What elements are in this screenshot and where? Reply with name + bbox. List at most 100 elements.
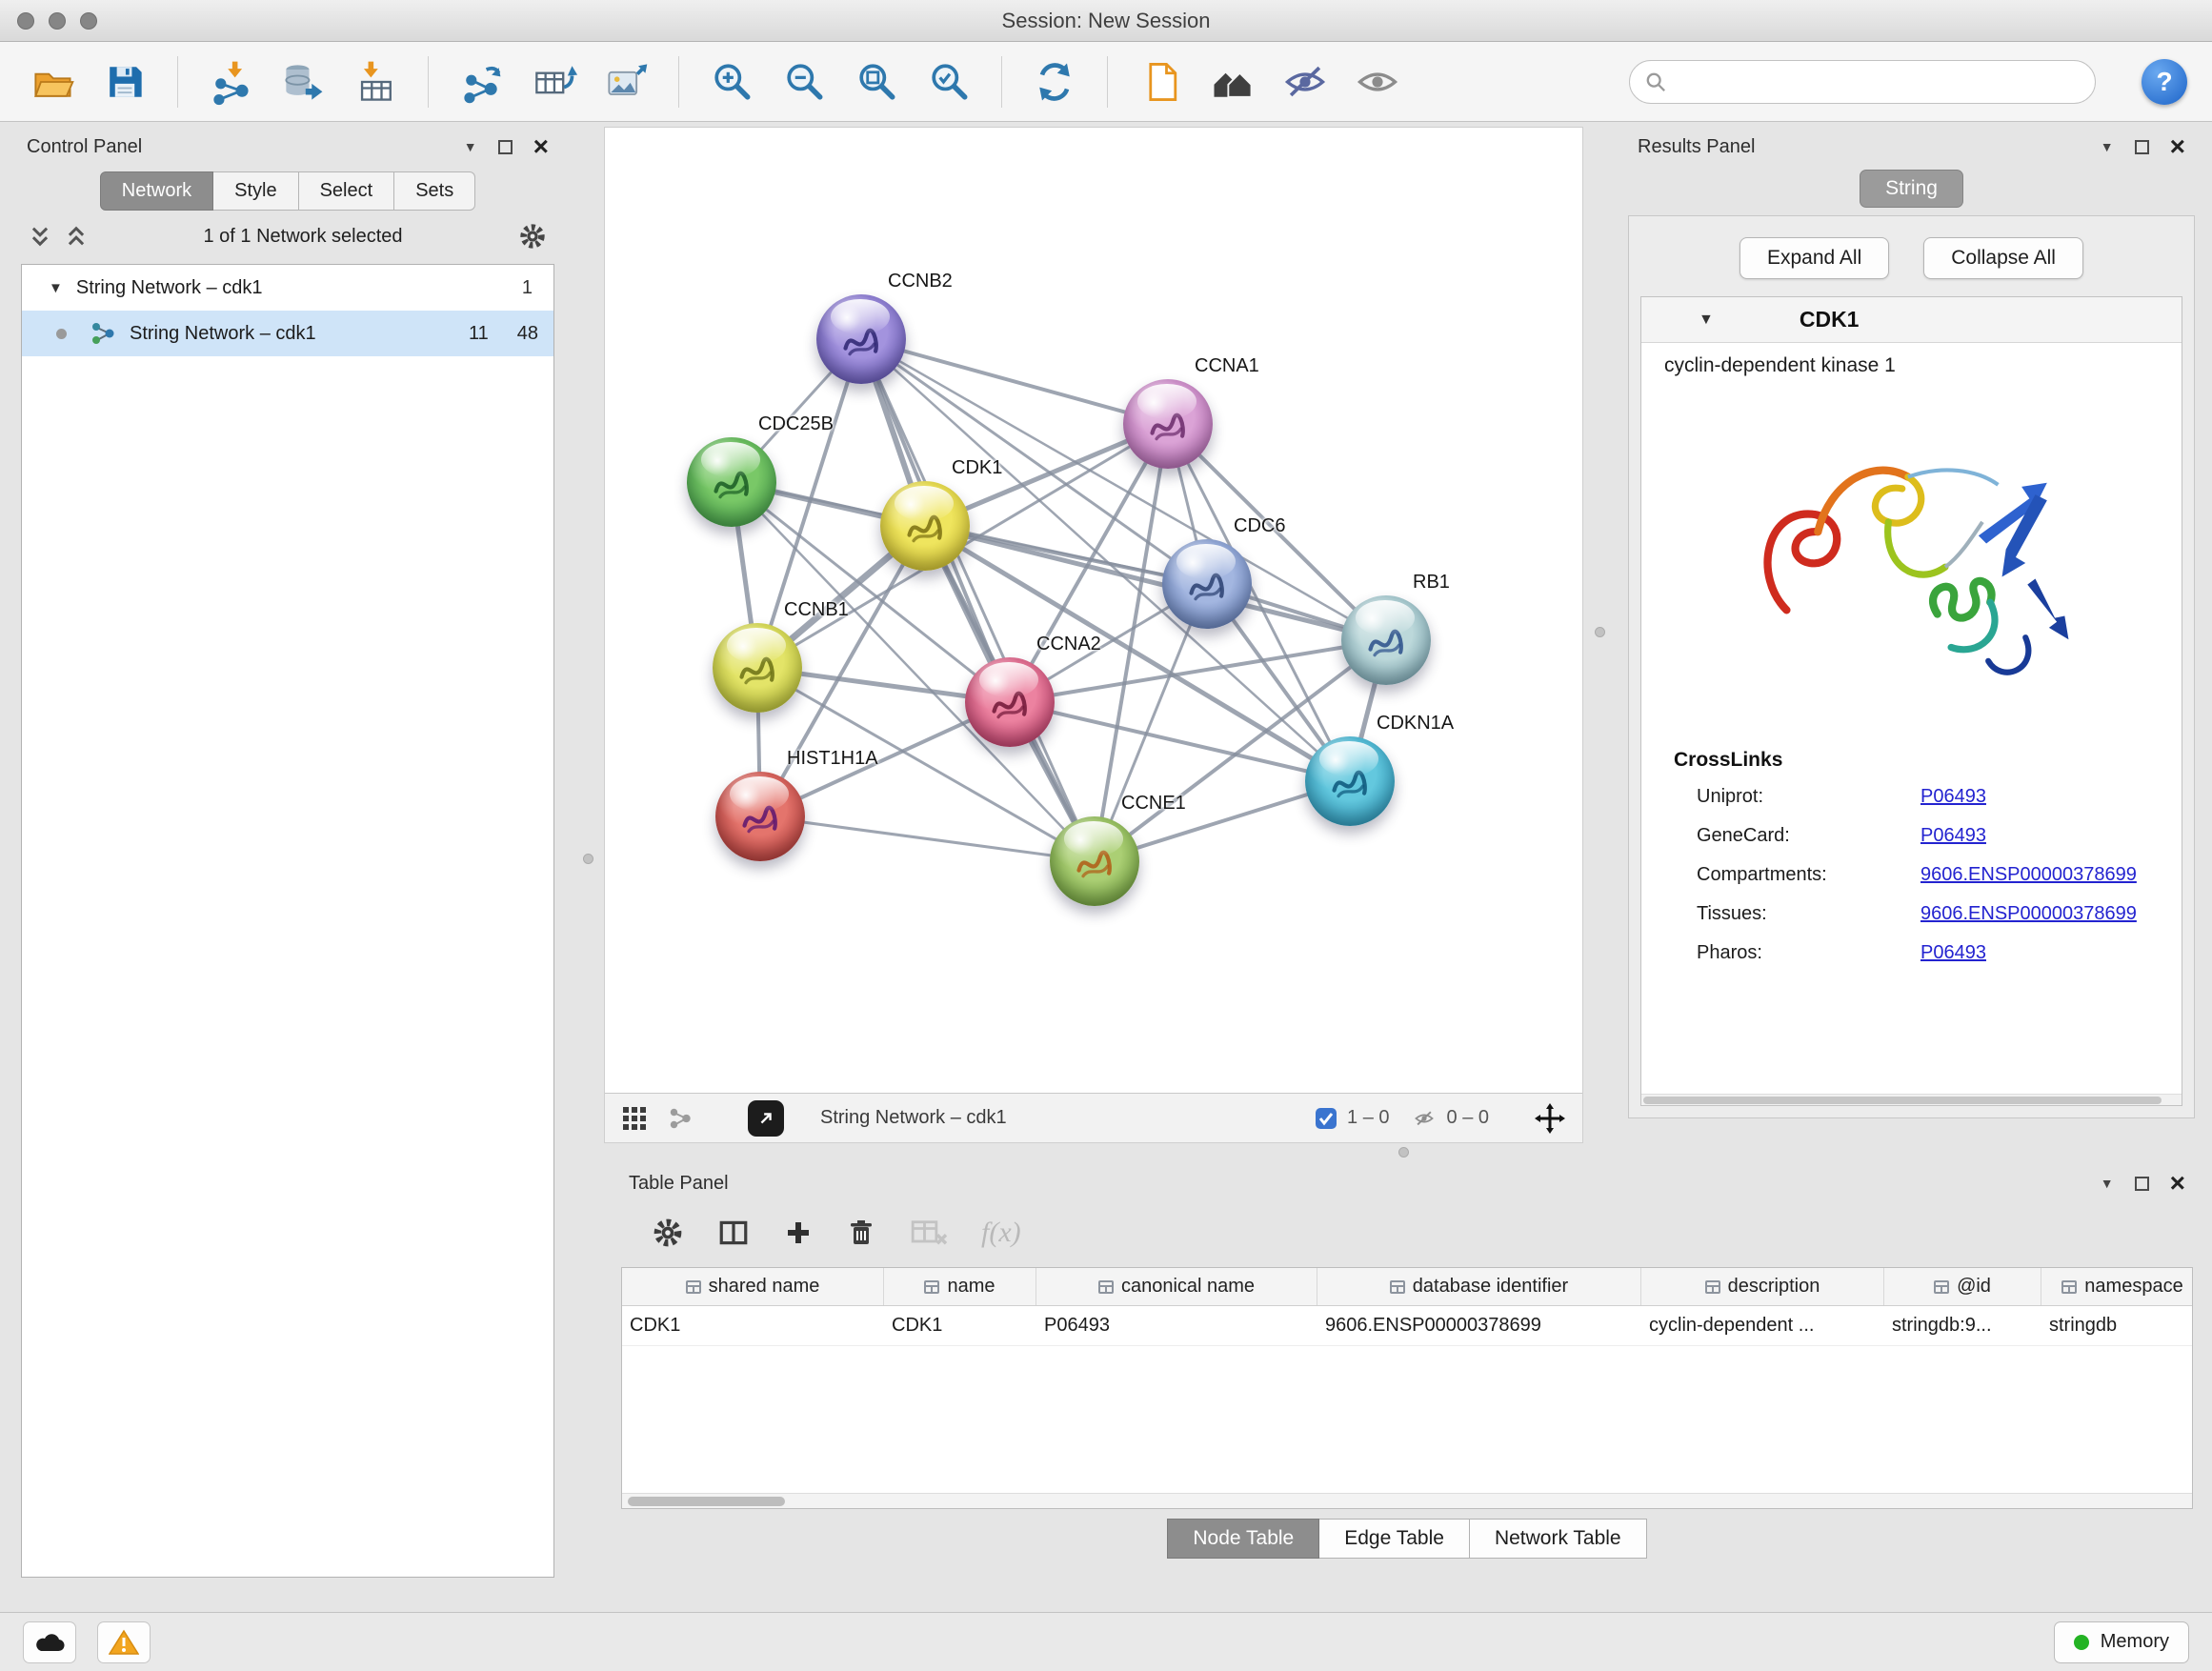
- cell-description[interactable]: cyclin-dependent ...: [1641, 1306, 1884, 1345]
- delete-column-trash-icon[interactable]: [846, 1217, 876, 1249]
- string-tab[interactable]: String: [1860, 170, 1963, 208]
- panel-close-icon[interactable]: ×: [2170, 1170, 2185, 1197]
- panel-float-icon[interactable]: [498, 140, 513, 154]
- panel-float-icon[interactable]: [2135, 140, 2149, 154]
- collapse-all-button[interactable]: Collapse All: [1923, 237, 2083, 279]
- network-edge[interactable]: [925, 526, 1386, 640]
- network-canvas[interactable]: CCNB2CCNA1CDC25BCDK1CDC6RB1CCNB1CCNA2CDK…: [605, 128, 1582, 1093]
- warnings-button[interactable]: [97, 1621, 151, 1663]
- scrollbar-thumb[interactable]: [628, 1497, 785, 1506]
- network-node-ccna2[interactable]: [965, 657, 1055, 747]
- network-node-cdc25b[interactable]: [687, 437, 776, 527]
- column-header-id[interactable]: @id: [1884, 1268, 2041, 1305]
- network-edge[interactable]: [861, 339, 1095, 861]
- import-network-button[interactable]: [203, 54, 258, 110]
- help-button[interactable]: ?: [2142, 59, 2187, 105]
- cell-database-identifier[interactable]: 9606.ENSP00000378699: [1317, 1306, 1641, 1345]
- network-node-ccnb1[interactable]: [713, 623, 802, 713]
- cell-shared-name[interactable]: CDK1: [622, 1306, 884, 1345]
- tab-node-table[interactable]: Node Table: [1167, 1519, 1319, 1559]
- share-view-icon[interactable]: [668, 1106, 693, 1131]
- checkbox-icon[interactable]: [1315, 1107, 1337, 1130]
- table-row[interactable]: CDK1 CDK1 P06493 9606.ENSP00000378699 cy…: [622, 1306, 2192, 1346]
- tab-edge-table[interactable]: Edge Table: [1319, 1519, 1470, 1559]
- crosslink-genecard-link[interactable]: P06493: [1920, 825, 1986, 847]
- search-input[interactable]: [1676, 70, 2080, 92]
- network-node-ccna1[interactable]: [1123, 379, 1213, 469]
- tab-select[interactable]: Select: [299, 171, 395, 211]
- show-panels-button[interactable]: [1205, 54, 1260, 110]
- cloud-button[interactable]: [23, 1621, 76, 1663]
- column-header-name[interactable]: name: [884, 1268, 1036, 1305]
- network-node-ccne1[interactable]: [1050, 816, 1139, 906]
- minimize-window-button[interactable]: [49, 12, 66, 30]
- crosslink-compartments-link[interactable]: 9606.ENSP00000378699: [1920, 864, 2137, 886]
- tab-network-table[interactable]: Network Table: [1470, 1519, 1647, 1559]
- column-header-database-identifier[interactable]: database identifier: [1317, 1268, 1641, 1305]
- cell-id[interactable]: stringdb:9...: [1884, 1306, 2041, 1345]
- table-horizontal-scrollbar[interactable]: [622, 1493, 2192, 1508]
- network-node-cdc6[interactable]: [1162, 539, 1252, 629]
- crosslink-uniprot-link[interactable]: P06493: [1920, 786, 1986, 808]
- crosslink-tissues-link[interactable]: 9606.ENSP00000378699: [1920, 903, 2137, 925]
- network-node-rb1[interactable]: [1341, 595, 1431, 685]
- import-network-from-database-button[interactable]: [275, 54, 331, 110]
- network-row[interactable]: String Network – cdk1 11 48: [22, 311, 553, 356]
- zoom-out-button[interactable]: [776, 54, 832, 110]
- collapse-section-icon[interactable]: ▼: [1699, 312, 1714, 329]
- panel-close-icon[interactable]: ×: [533, 133, 549, 160]
- column-header-namespace[interactable]: namespace: [2041, 1268, 2193, 1305]
- network-node-cdkn1a[interactable]: [1305, 736, 1395, 826]
- table-settings-gear-icon[interactable]: [652, 1217, 684, 1249]
- splitter-handle[interactable]: [1398, 1147, 1409, 1158]
- cell-namespace[interactable]: stringdb: [2041, 1306, 2193, 1345]
- splitter-handle[interactable]: [583, 854, 593, 864]
- protein-header-row[interactable]: ▼ CDK1: [1641, 297, 2182, 343]
- show-columns-icon[interactable]: [716, 1217, 751, 1249]
- tab-sets[interactable]: Sets: [394, 171, 475, 211]
- column-header-canonical-name[interactable]: canonical name: [1036, 1268, 1317, 1305]
- zoom-selected-button[interactable]: [921, 54, 976, 110]
- gear-icon[interactable]: [518, 222, 547, 251]
- pan-crosshair-icon[interactable]: [1535, 1103, 1565, 1134]
- splitter-handle[interactable]: [1595, 627, 1605, 637]
- panel-menu-icon[interactable]: ▼: [2101, 139, 2114, 154]
- expand-all-button[interactable]: Expand All: [1739, 237, 1889, 279]
- network-node-ccnb2[interactable]: [816, 294, 906, 384]
- tab-style[interactable]: Style: [213, 171, 298, 211]
- network-edge[interactable]: [760, 816, 1095, 861]
- memory-button[interactable]: Memory: [2054, 1621, 2189, 1663]
- export-image-button[interactable]: [598, 54, 654, 110]
- column-header-description[interactable]: description: [1641, 1268, 1884, 1305]
- tree-expand-icon[interactable]: ▼: [49, 280, 63, 296]
- zoom-fit-button[interactable]: [849, 54, 904, 110]
- cell-name[interactable]: CDK1: [884, 1306, 1036, 1345]
- maximize-window-button[interactable]: [80, 12, 97, 30]
- export-table-button[interactable]: [526, 54, 581, 110]
- open-session-button[interactable]: [25, 54, 80, 110]
- crosslink-pharos-link[interactable]: P06493: [1920, 942, 1986, 964]
- duplicate-document-button[interactable]: [1133, 54, 1188, 110]
- scrollbar-thumb[interactable]: [1643, 1097, 2162, 1104]
- show-all-button[interactable]: [1350, 54, 1405, 110]
- hide-selected-button[interactable]: [1277, 54, 1333, 110]
- hidden-eye-icon[interactable]: [1411, 1107, 1438, 1130]
- cell-canonical-name[interactable]: P06493: [1036, 1306, 1317, 1345]
- collapse-all-icon[interactable]: [29, 224, 51, 249]
- network-node-cdk1[interactable]: [880, 481, 970, 571]
- expand-all-icon[interactable]: [65, 224, 88, 249]
- close-window-button[interactable]: [17, 12, 34, 30]
- grid-view-icon[interactable]: [622, 1106, 647, 1131]
- panel-float-icon[interactable]: [2135, 1177, 2149, 1191]
- new-network-from-selection-button[interactable]: [453, 54, 509, 110]
- panel-menu-icon[interactable]: ▼: [2101, 1176, 2114, 1191]
- column-header-shared-name[interactable]: shared name: [622, 1268, 884, 1305]
- horizontal-scrollbar[interactable]: [1641, 1094, 2182, 1105]
- zoom-in-button[interactable]: [704, 54, 759, 110]
- save-session-button[interactable]: [97, 54, 152, 110]
- navigator-toggle-button[interactable]: [748, 1100, 784, 1137]
- refresh-layout-button[interactable]: [1027, 54, 1082, 110]
- tab-network[interactable]: Network: [100, 171, 213, 211]
- import-table-button[interactable]: [348, 54, 403, 110]
- panel-close-icon[interactable]: ×: [2170, 133, 2185, 160]
